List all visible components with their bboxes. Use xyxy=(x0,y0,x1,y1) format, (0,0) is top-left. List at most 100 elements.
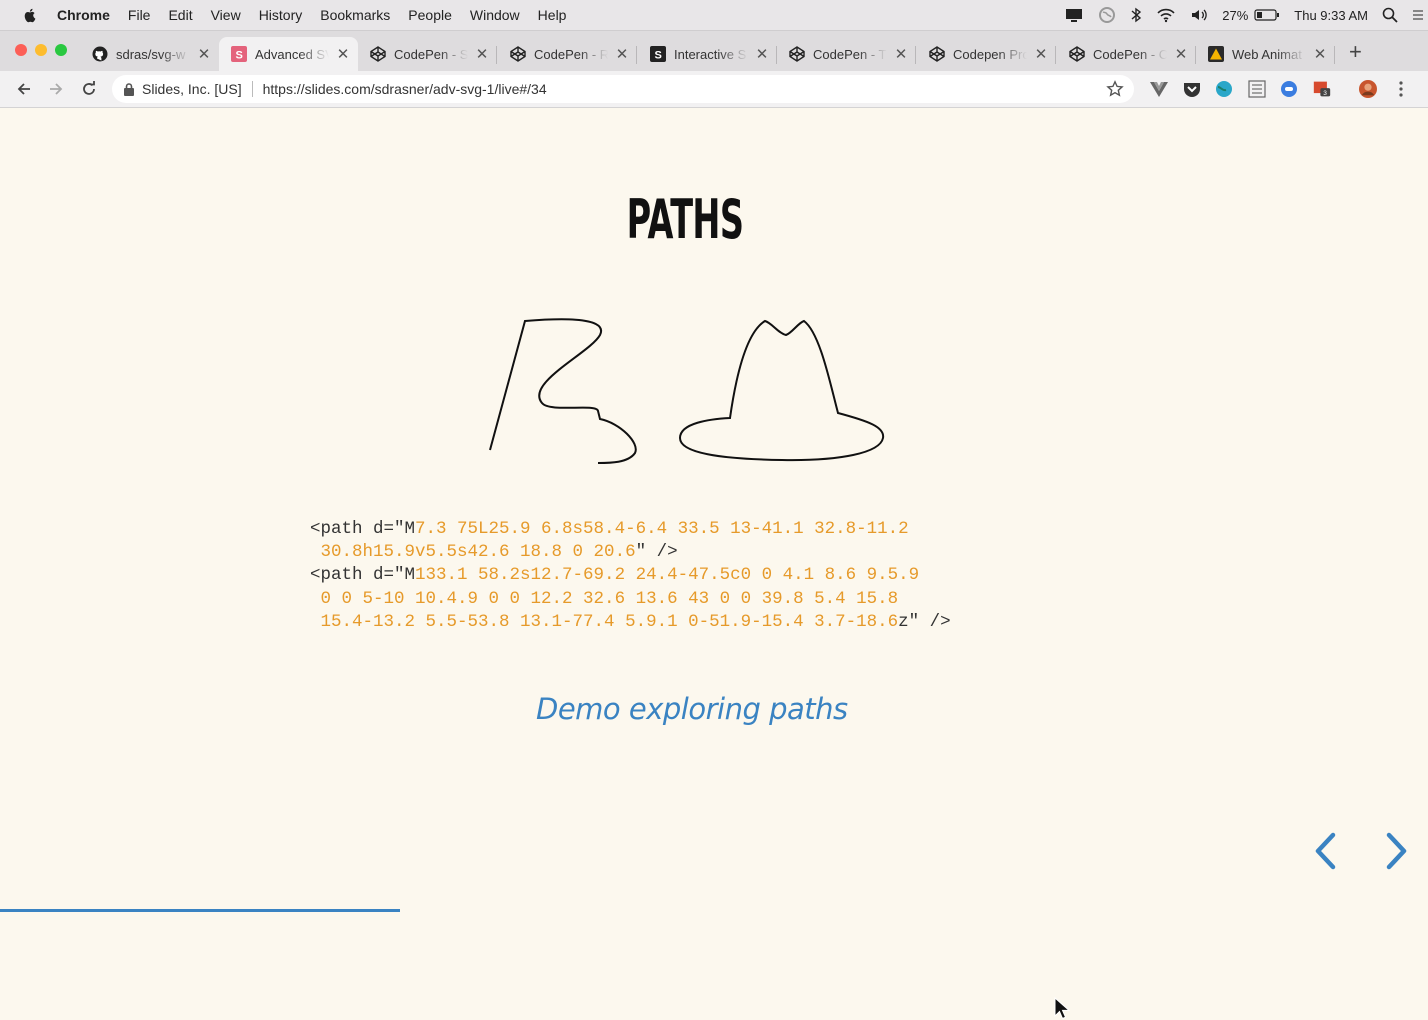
menu-help[interactable]: Help xyxy=(538,7,567,23)
codepen-icon xyxy=(789,46,805,62)
tab-web-animation[interactable]: Web Animat ✕ xyxy=(1196,37,1335,71)
battery-percent: 27% xyxy=(1222,7,1249,23)
menu-edit[interactable]: Edit xyxy=(168,7,192,23)
vue-devtools-icon[interactable] xyxy=(1150,80,1168,98)
tab-sdras-svg[interactable]: sdras/svg-w ✕ xyxy=(80,37,219,71)
browser-toolbar: Slides, Inc. [US] https://slides.com/sdr… xyxy=(0,71,1428,108)
profile-avatar-icon[interactable] xyxy=(1359,80,1377,98)
tab-strip: sdras/svg-w ✕ S Advanced SV ✕ CodePen - … xyxy=(0,31,1428,71)
codepen-icon xyxy=(370,46,386,62)
back-button[interactable] xyxy=(13,78,35,100)
bluetooth-icon[interactable] xyxy=(1130,7,1142,23)
tab-label: Advanced SV xyxy=(255,46,329,62)
wifi-icon[interactable] xyxy=(1156,7,1176,23)
tab-codepen-s[interactable]: CodePen - S ✕ xyxy=(358,37,497,71)
spotlight-search-icon[interactable] xyxy=(1382,7,1398,23)
vpn-globe-icon[interactable] xyxy=(1098,6,1116,24)
tab-close-icon[interactable]: ✕ xyxy=(1174,45,1188,63)
tab-close-icon[interactable]: ✕ xyxy=(336,45,350,63)
tab-label: CodePen - C xyxy=(1093,46,1167,62)
tab-interactive-svg[interactable]: S Interactive S ✕ xyxy=(638,37,777,71)
pocket-icon[interactable] xyxy=(1183,80,1201,98)
github-icon xyxy=(92,46,108,62)
menu-chrome[interactable]: Chrome xyxy=(57,7,110,23)
tab-label: CodePen - R xyxy=(534,46,608,62)
tab-close-icon[interactable]: ✕ xyxy=(755,45,769,63)
extension-blue-icon[interactable] xyxy=(1280,80,1298,98)
site-identity[interactable]: Slides, Inc. [US] xyxy=(142,81,242,97)
menu-history[interactable]: History xyxy=(259,7,303,23)
tab-codepen-r[interactable]: CodePen - R ✕ xyxy=(498,37,637,71)
tab-label: Web Animat xyxy=(1232,46,1302,62)
code-value: 0 0 5-10 10.4.9 0 0 12.2 32.6 13.6 43 0 … xyxy=(320,588,899,609)
status-area: 27% Thu 9:33 AM xyxy=(1064,0,1428,30)
menu-view[interactable]: View xyxy=(211,7,241,23)
screen-mirroring-icon[interactable] xyxy=(1064,7,1084,23)
menu-people[interactable]: People xyxy=(408,7,452,23)
tab-close-icon[interactable]: ✕ xyxy=(197,45,211,63)
codepen-icon xyxy=(510,46,526,62)
code-line: 30.8h15.9v5.5s42.6 18.8 0 20.6" /> xyxy=(310,541,951,564)
tab-close-icon[interactable]: ✕ xyxy=(1313,45,1327,63)
menu-file[interactable]: File xyxy=(128,7,151,23)
battery-icon[interactable] xyxy=(1254,8,1280,22)
reload-button[interactable] xyxy=(78,78,100,100)
extension-grid-icon[interactable] xyxy=(1248,80,1266,98)
squiggle-path xyxy=(489,318,637,464)
bookmark-star-icon[interactable] xyxy=(1106,80,1124,101)
menu-window[interactable]: Window xyxy=(470,7,520,23)
smashing-icon: S xyxy=(650,46,666,62)
svg-text:3: 3 xyxy=(1323,90,1327,97)
code-value: 15.4-13.2 5.5-53.8 13.1-77.4 5.9.1 0-51.… xyxy=(320,611,899,632)
tab-codepen-pro[interactable]: Codepen Pro ✕ xyxy=(917,37,1056,71)
extension-globe-icon[interactable] xyxy=(1215,80,1233,98)
svg-text:S: S xyxy=(655,50,662,62)
code-token: " /> xyxy=(635,542,678,563)
apple-icon[interactable] xyxy=(22,7,38,23)
tab-close-icon[interactable]: ✕ xyxy=(894,45,908,63)
close-window-button[interactable] xyxy=(15,44,27,56)
tab-advanced-svg[interactable]: S Advanced SV ✕ xyxy=(219,37,358,71)
lock-icon[interactable] xyxy=(124,82,134,96)
svg-text:S: S xyxy=(236,50,243,62)
code-snippet: <path d="M 7.3 75L25.9 6.8s58.4-6.4 33.5 … xyxy=(310,518,951,634)
mouse-cursor-icon xyxy=(1054,997,1070,1020)
menu-clock[interactable]: Thu 9:33 AM xyxy=(1294,8,1368,23)
codepen-icon xyxy=(1069,46,1085,62)
code-line: <path d="M7.3 75L25.9 6.8s58.4-6.4 33.5 … xyxy=(310,518,951,541)
maximize-window-button[interactable] xyxy=(55,44,67,56)
forward-button[interactable] xyxy=(45,78,67,100)
tab-label: Codepen Pro xyxy=(953,46,1027,62)
next-slide-icon[interactable] xyxy=(1382,830,1410,872)
address-bar[interactable]: Slides, Inc. [US] https://slides.com/sdr… xyxy=(112,75,1134,103)
tab-close-icon[interactable]: ✕ xyxy=(615,45,629,63)
code-line: 15.4-13.2 5.5-53.8 13.1-77.4 5.9.1 0-51.… xyxy=(310,611,951,634)
tab-codepen-c[interactable]: CodePen - C ✕ xyxy=(1057,37,1196,71)
chrome-menu-icon[interactable] xyxy=(1392,80,1410,98)
code-line: <path d="M133.1 58.2s12.7-69.2 24.4-47.5… xyxy=(310,564,951,587)
slide-content: PATHS <path d="M 7.3 75L25.9 6.8s58.4-6.4… xyxy=(0,108,1428,1020)
new-tab-button[interactable]: + xyxy=(1349,39,1362,65)
minimize-window-button[interactable] xyxy=(35,44,47,56)
macos-menu-bar: Chrome File Edit View History Bookmarks … xyxy=(0,0,1428,31)
code-value: 7.3 75L25.9 6.8s58.4-6.4 33.5 13-41.1 32… xyxy=(415,519,909,539)
extension-badge-icon[interactable]: 3 xyxy=(1313,80,1331,98)
tab-close-icon[interactable]: ✕ xyxy=(1034,45,1048,63)
code-token: <path d="M xyxy=(310,565,416,586)
demo-link[interactable]: Demo exploring paths xyxy=(536,692,848,726)
url-text[interactable]: https://slides.com/sdrasner/adv-svg-1/li… xyxy=(263,81,547,97)
prev-slide-icon[interactable] xyxy=(1312,830,1340,872)
tab-codepen-t[interactable]: CodePen - T ✕ xyxy=(777,37,916,71)
tab-label: CodePen - T xyxy=(813,46,887,62)
tab-close-icon[interactable]: ✕ xyxy=(475,45,489,63)
tab-label: Interactive S xyxy=(674,46,747,62)
code-value: 30.8h15.9v5.5s42.6 18.8 0 20.6 xyxy=(320,542,636,563)
volume-icon[interactable] xyxy=(1190,7,1208,23)
slide-title: PATHS xyxy=(626,188,744,251)
notification-center-icon[interactable] xyxy=(1412,8,1424,22)
slides-icon: S xyxy=(231,46,247,62)
menu-bookmarks[interactable]: Bookmarks xyxy=(320,7,390,23)
